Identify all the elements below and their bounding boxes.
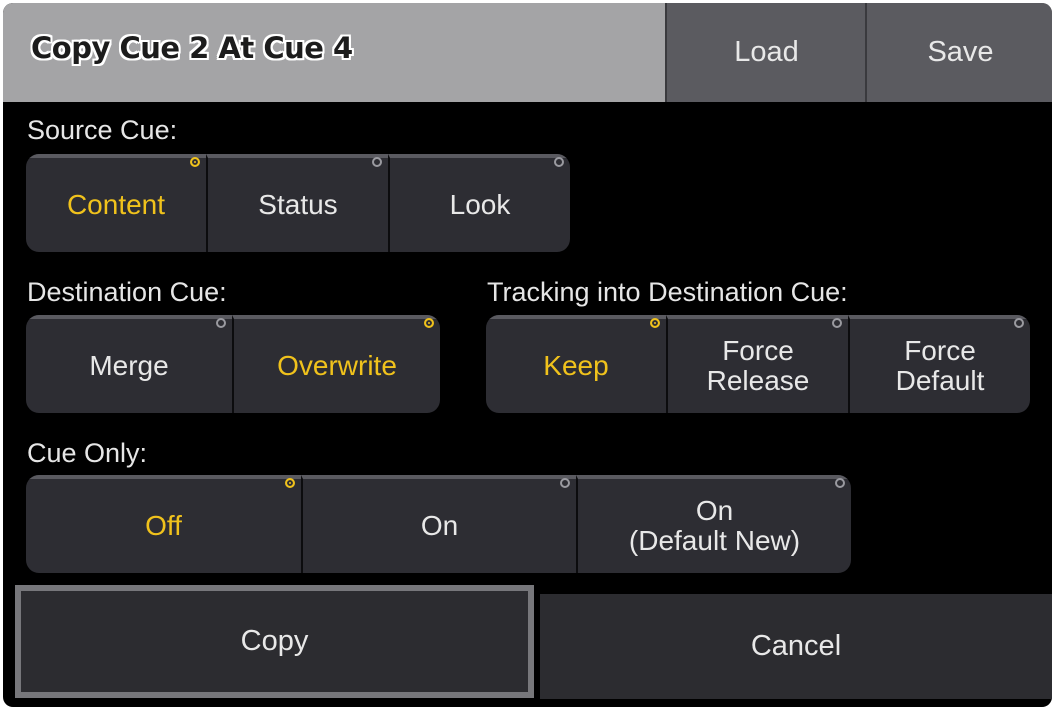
option-label: On: [420, 510, 459, 541]
tracking-selector: Keep Force Release Force Default: [486, 315, 1030, 413]
destination-option-overwrite[interactable]: Overwrite: [232, 315, 440, 413]
option-label: Keep: [543, 350, 609, 381]
source-option-status[interactable]: Status: [206, 154, 388, 252]
tracking-option-keep[interactable]: Keep: [486, 315, 666, 413]
tracking-option-force-release[interactable]: Force Release: [666, 315, 848, 413]
cue-only-option-off[interactable]: Off: [26, 475, 301, 573]
option-label: Force Release: [706, 335, 810, 396]
radio-indicator-icon: [560, 478, 570, 488]
load-button[interactable]: Load: [665, 3, 866, 102]
destination-cue-label: Destination Cue:: [27, 277, 227, 307]
destination-cue-selector: Merge Overwrite: [26, 315, 440, 413]
option-label: Overwrite: [277, 350, 397, 381]
source-cue-selector: Content Status Look: [26, 154, 570, 252]
option-label: Off: [145, 510, 182, 541]
source-option-look[interactable]: Look: [388, 154, 570, 252]
radio-indicator-icon: [835, 478, 845, 488]
destination-option-merge[interactable]: Merge: [26, 315, 232, 413]
source-option-content[interactable]: Content: [26, 154, 206, 252]
radio-indicator-icon: [285, 478, 295, 488]
radio-indicator-icon: [1014, 318, 1024, 328]
radio-indicator-icon: [554, 157, 564, 167]
copy-cue-dialog: Copy Cue 2 At Cue 4 Load Save Source Cue…: [3, 3, 1052, 707]
save-button[interactable]: Save: [865, 3, 1052, 102]
dialog-title: Copy Cue 2 At Cue 4: [31, 31, 353, 65]
option-label: Status: [258, 189, 338, 220]
tracking-label: Tracking into Destination Cue:: [487, 277, 848, 307]
radio-indicator-icon: [372, 157, 382, 167]
cue-only-label: Cue Only:: [27, 438, 148, 468]
cue-only-option-on[interactable]: On: [301, 475, 576, 573]
cue-only-option-on-default-new[interactable]: On (Default New): [576, 475, 851, 573]
cancel-button[interactable]: Cancel: [540, 594, 1052, 699]
option-label: Content: [66, 189, 166, 220]
tracking-option-force-default[interactable]: Force Default: [848, 315, 1030, 413]
radio-indicator-icon: [424, 318, 434, 328]
option-label: Force Default: [895, 335, 985, 396]
copy-button[interactable]: Copy: [15, 585, 534, 698]
radio-indicator-icon: [216, 318, 226, 328]
radio-indicator-icon: [190, 157, 200, 167]
option-label: Look: [449, 189, 511, 220]
option-label: Merge: [89, 350, 169, 381]
radio-indicator-icon: [832, 318, 842, 328]
option-label: On (Default New): [628, 495, 801, 556]
source-cue-label: Source Cue:: [27, 115, 178, 145]
cue-only-selector: Off On On (Default New): [26, 475, 851, 573]
radio-indicator-icon: [650, 318, 660, 328]
